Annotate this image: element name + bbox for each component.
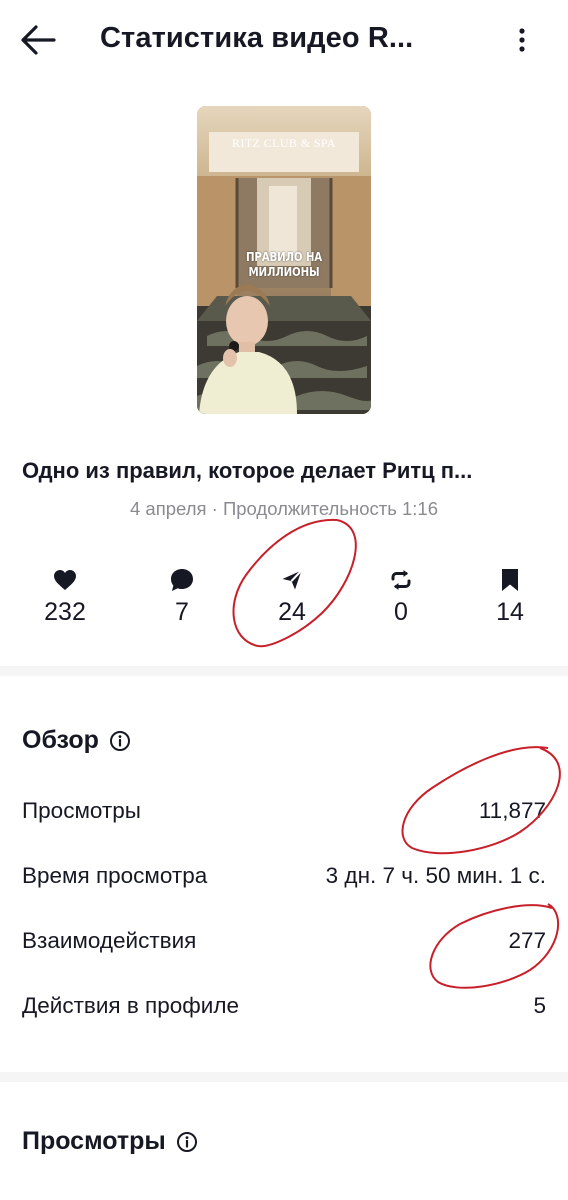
overview-title: Обзор <box>22 726 99 754</box>
share-icon <box>282 569 303 590</box>
comment-icon <box>171 569 193 591</box>
top-bar: Статистика видео R... <box>0 0 568 84</box>
row-value: 3 дн. 7 ч. 50 мин. 1 с. <box>325 863 546 888</box>
overview-heading: Обзор <box>22 726 131 755</box>
section-divider <box>0 666 568 676</box>
page-title: Статистика видео R... <box>100 22 414 54</box>
favorites-count: 14 <box>496 598 524 626</box>
row-label: Взаимодействия <box>22 928 197 953</box>
bookmark-icon <box>502 569 518 591</box>
comments-count: 7 <box>175 598 189 626</box>
row-value: 277 <box>508 928 546 953</box>
stat-reposts: 0 <box>361 566 441 627</box>
section-divider <box>0 1072 568 1082</box>
views-heading: Просмотры <box>22 1127 198 1156</box>
back-button[interactable] <box>18 22 58 58</box>
views-section-title: Просмотры <box>22 1127 166 1155</box>
stat-likes: 232 <box>25 566 105 627</box>
repost-icon <box>391 570 411 590</box>
thumbnail-caption: ПРАВИЛО НА МИЛЛИОНЫ <box>245 249 323 279</box>
heart-icon <box>54 570 76 590</box>
video-title: Одно из правил, которое делает Ритц п... <box>22 458 473 483</box>
thumbnail-logo-text: RITZ CLUB & SPA <box>232 136 336 150</box>
reposts-count: 0 <box>394 598 408 626</box>
info-icon[interactable] <box>176 1131 198 1153</box>
stat-favorites: 14 <box>470 566 550 627</box>
more-vertical-icon <box>519 28 525 52</box>
stat-comments: 7 <box>142 566 222 627</box>
video-meta: 4 апреля · Продолжительность 1:16 <box>130 498 438 519</box>
info-icon[interactable] <box>109 730 131 752</box>
more-button[interactable] <box>510 24 534 56</box>
engagement-stats: 232 7 24 0 14 <box>0 566 568 636</box>
row-label: Время просмотра <box>22 863 208 888</box>
shares-count: 24 <box>278 598 306 626</box>
row-value: 11,877 <box>478 798 546 823</box>
row-value: 5 <box>533 993 546 1018</box>
arrow-left-icon <box>21 25 56 55</box>
likes-count: 232 <box>44 598 86 626</box>
video-thumbnail[interactable]: RITZ CLUB & SPA ПРАВИЛО НА МИЛЛИОНЫ <box>197 106 371 414</box>
row-label: Действия в профиле <box>22 993 239 1018</box>
stat-shares: 24 <box>252 566 332 627</box>
row-label: Просмотры <box>22 798 141 823</box>
